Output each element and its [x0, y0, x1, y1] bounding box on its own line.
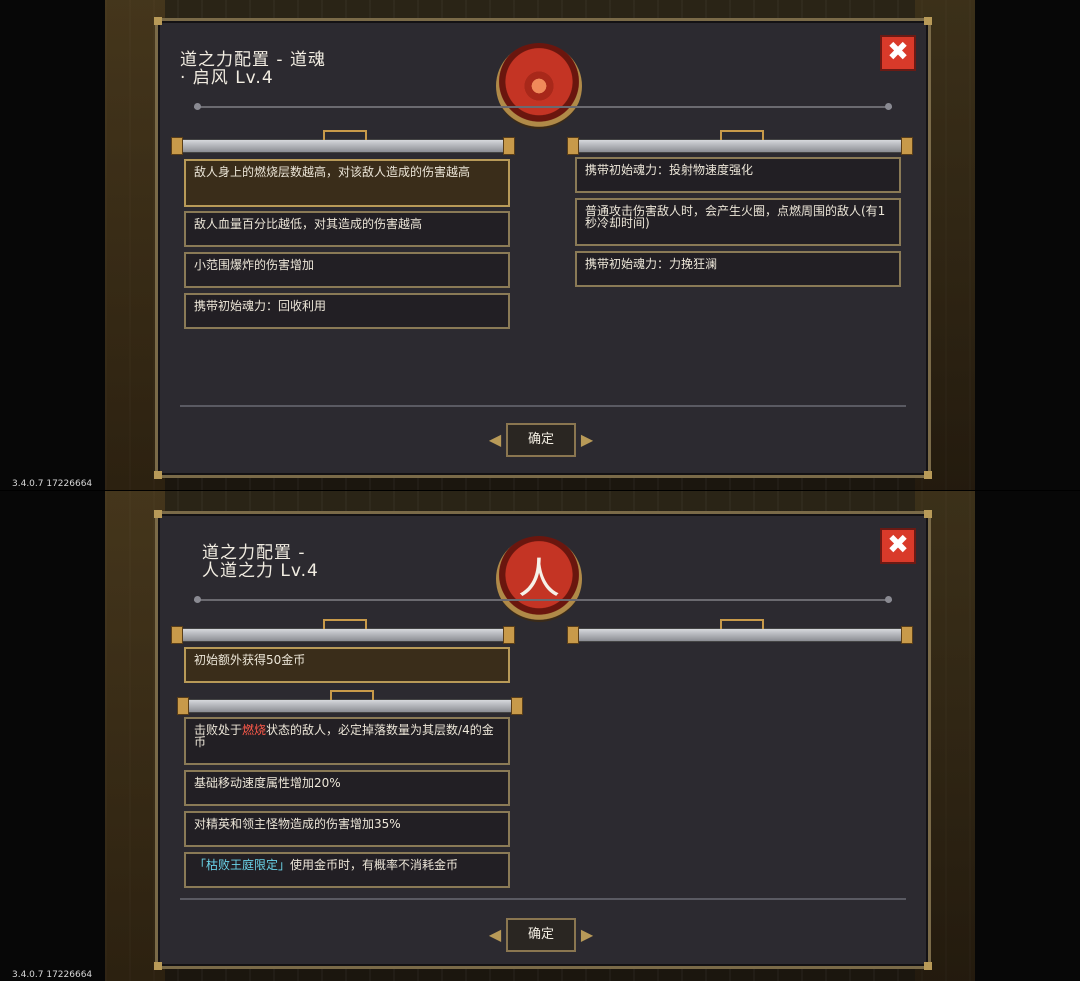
effect-item[interactable]: 对精英和领主怪物造成的伤害增加35% — [184, 811, 510, 847]
divider-dot — [885, 596, 892, 603]
dao-power-config-dialog: 道之力配置 - 道魂 · 启风 Lv.4 ✖ 敌人身上的燃烧层数越高，对该敌人造… — [154, 17, 932, 479]
human-glyph-emblem-icon: 人 — [496, 536, 582, 622]
rail-right — [567, 130, 913, 155]
rail-cap — [177, 697, 189, 715]
effect-item[interactable]: 携带初始魂力：投射物速度强化 — [575, 157, 901, 193]
dialog-title: 道之力配置 - 道魂 · 启风 Lv.4 — [180, 50, 326, 88]
divider-dot — [194, 103, 201, 110]
corner-ornament — [924, 471, 932, 479]
background-right — [975, 491, 1080, 981]
rail-handle — [330, 690, 374, 700]
screen-top: 道之力配置 - 道魂 · 启风 Lv.4 ✖ 敌人身上的燃烧层数越高，对该敌人造… — [0, 0, 1080, 490]
emblem-glyph: 人 — [517, 554, 560, 603]
divider-dot — [194, 596, 201, 603]
rail-cap — [503, 137, 515, 155]
arrow-left-icon: ◀ — [488, 925, 502, 944]
fire-emblem-icon — [496, 43, 582, 129]
background-left — [0, 0, 105, 490]
effect-item[interactable]: 小范围爆炸的伤害增加 — [184, 252, 510, 288]
arrow-right-icon: ▶ — [580, 925, 594, 944]
screen-bottom: 道之力配置 - 人道之力 Lv.4 ✖ 人 初始额外获得50金币 击败处于燃烧状… — [0, 491, 1080, 981]
close-button[interactable]: ✖ — [880, 528, 916, 564]
exclusive-tag: 「枯败王庭限定」 — [194, 858, 291, 872]
corner-ornament — [154, 17, 162, 25]
effect-item[interactable]: 敌人血量百分比越低，对其造成的伤害越高 — [184, 211, 510, 247]
confirm-button[interactable]: ◀ 确定 ▶ — [489, 918, 593, 952]
effect-item[interactable]: 基础移动速度属性增加20% — [184, 770, 510, 806]
rail-cap — [901, 137, 913, 155]
rail-sub — [177, 690, 523, 715]
corner-ornament — [154, 510, 162, 518]
rail-cap — [171, 626, 183, 644]
divider-dot — [885, 103, 892, 110]
background-right — [975, 0, 1080, 490]
rail-handle — [720, 130, 764, 140]
burn-keyword: 燃烧 — [242, 723, 267, 737]
confirm-label: 确定 — [527, 927, 554, 942]
effect-item[interactable]: 携带初始魂力：回收利用 — [184, 293, 510, 329]
effect-item[interactable]: 普通攻击伤害敌人时，会产生火圈，点燃周围的敌人(有1秒冷却时间) — [575, 198, 901, 246]
background-left — [0, 491, 105, 981]
title-divider — [194, 103, 892, 110]
bottom-divider — [180, 405, 906, 407]
close-icon: ✖ — [887, 530, 909, 560]
effect-item[interactable]: 敌人身上的燃烧层数越高，对该敌人造成的伤害越高 — [184, 159, 510, 207]
corner-ornament — [924, 510, 932, 518]
corner-ornament — [154, 471, 162, 479]
close-icon: ✖ — [887, 37, 909, 67]
dialog-title: 道之力配置 - 人道之力 Lv.4 — [202, 543, 319, 581]
version-label: 3.4.0.7 17226664 — [12, 479, 93, 489]
rail-right — [567, 619, 913, 644]
rail-cap — [567, 626, 579, 644]
rail-handle — [323, 130, 367, 140]
confirm-button[interactable]: ◀ 确定 ▶ — [489, 423, 593, 457]
corner-ornament — [924, 17, 932, 25]
corner-ornament — [924, 962, 932, 970]
rail-cap — [511, 697, 523, 715]
effect-text: 使用金币时，有概率不消耗金币 — [290, 858, 459, 872]
arrow-left-icon: ◀ — [488, 430, 502, 449]
dao-power-config-dialog: 道之力配置 - 人道之力 Lv.4 ✖ 人 初始额外获得50金币 击败处于燃烧状… — [154, 510, 932, 970]
rail-cap — [901, 626, 913, 644]
rail-handle — [720, 619, 764, 629]
rail-left — [171, 130, 515, 155]
rail-cap — [503, 626, 515, 644]
rail-left — [171, 619, 515, 644]
rail-cap — [171, 137, 183, 155]
title-divider — [194, 596, 892, 603]
rail-handle — [323, 619, 367, 629]
arrow-right-icon: ▶ — [580, 430, 594, 449]
confirm-label: 确定 — [527, 432, 554, 447]
version-label: 3.4.0.7 17226664 — [12, 970, 93, 980]
rail-cap — [567, 137, 579, 155]
effect-item[interactable]: 初始额外获得50金币 — [184, 647, 510, 683]
corner-ornament — [154, 962, 162, 970]
effect-item[interactable]: 「枯败王庭限定」使用金币时，有概率不消耗金币 — [184, 852, 510, 888]
effect-item[interactable]: 携带初始魂力：力挽狂澜 — [575, 251, 901, 287]
bottom-divider — [180, 898, 906, 900]
close-button[interactable]: ✖ — [880, 35, 916, 71]
effect-item[interactable]: 击败处于燃烧状态的敌人，必定掉落数量为其层数/4的金币 — [184, 717, 510, 765]
fire-glyph — [522, 69, 556, 103]
